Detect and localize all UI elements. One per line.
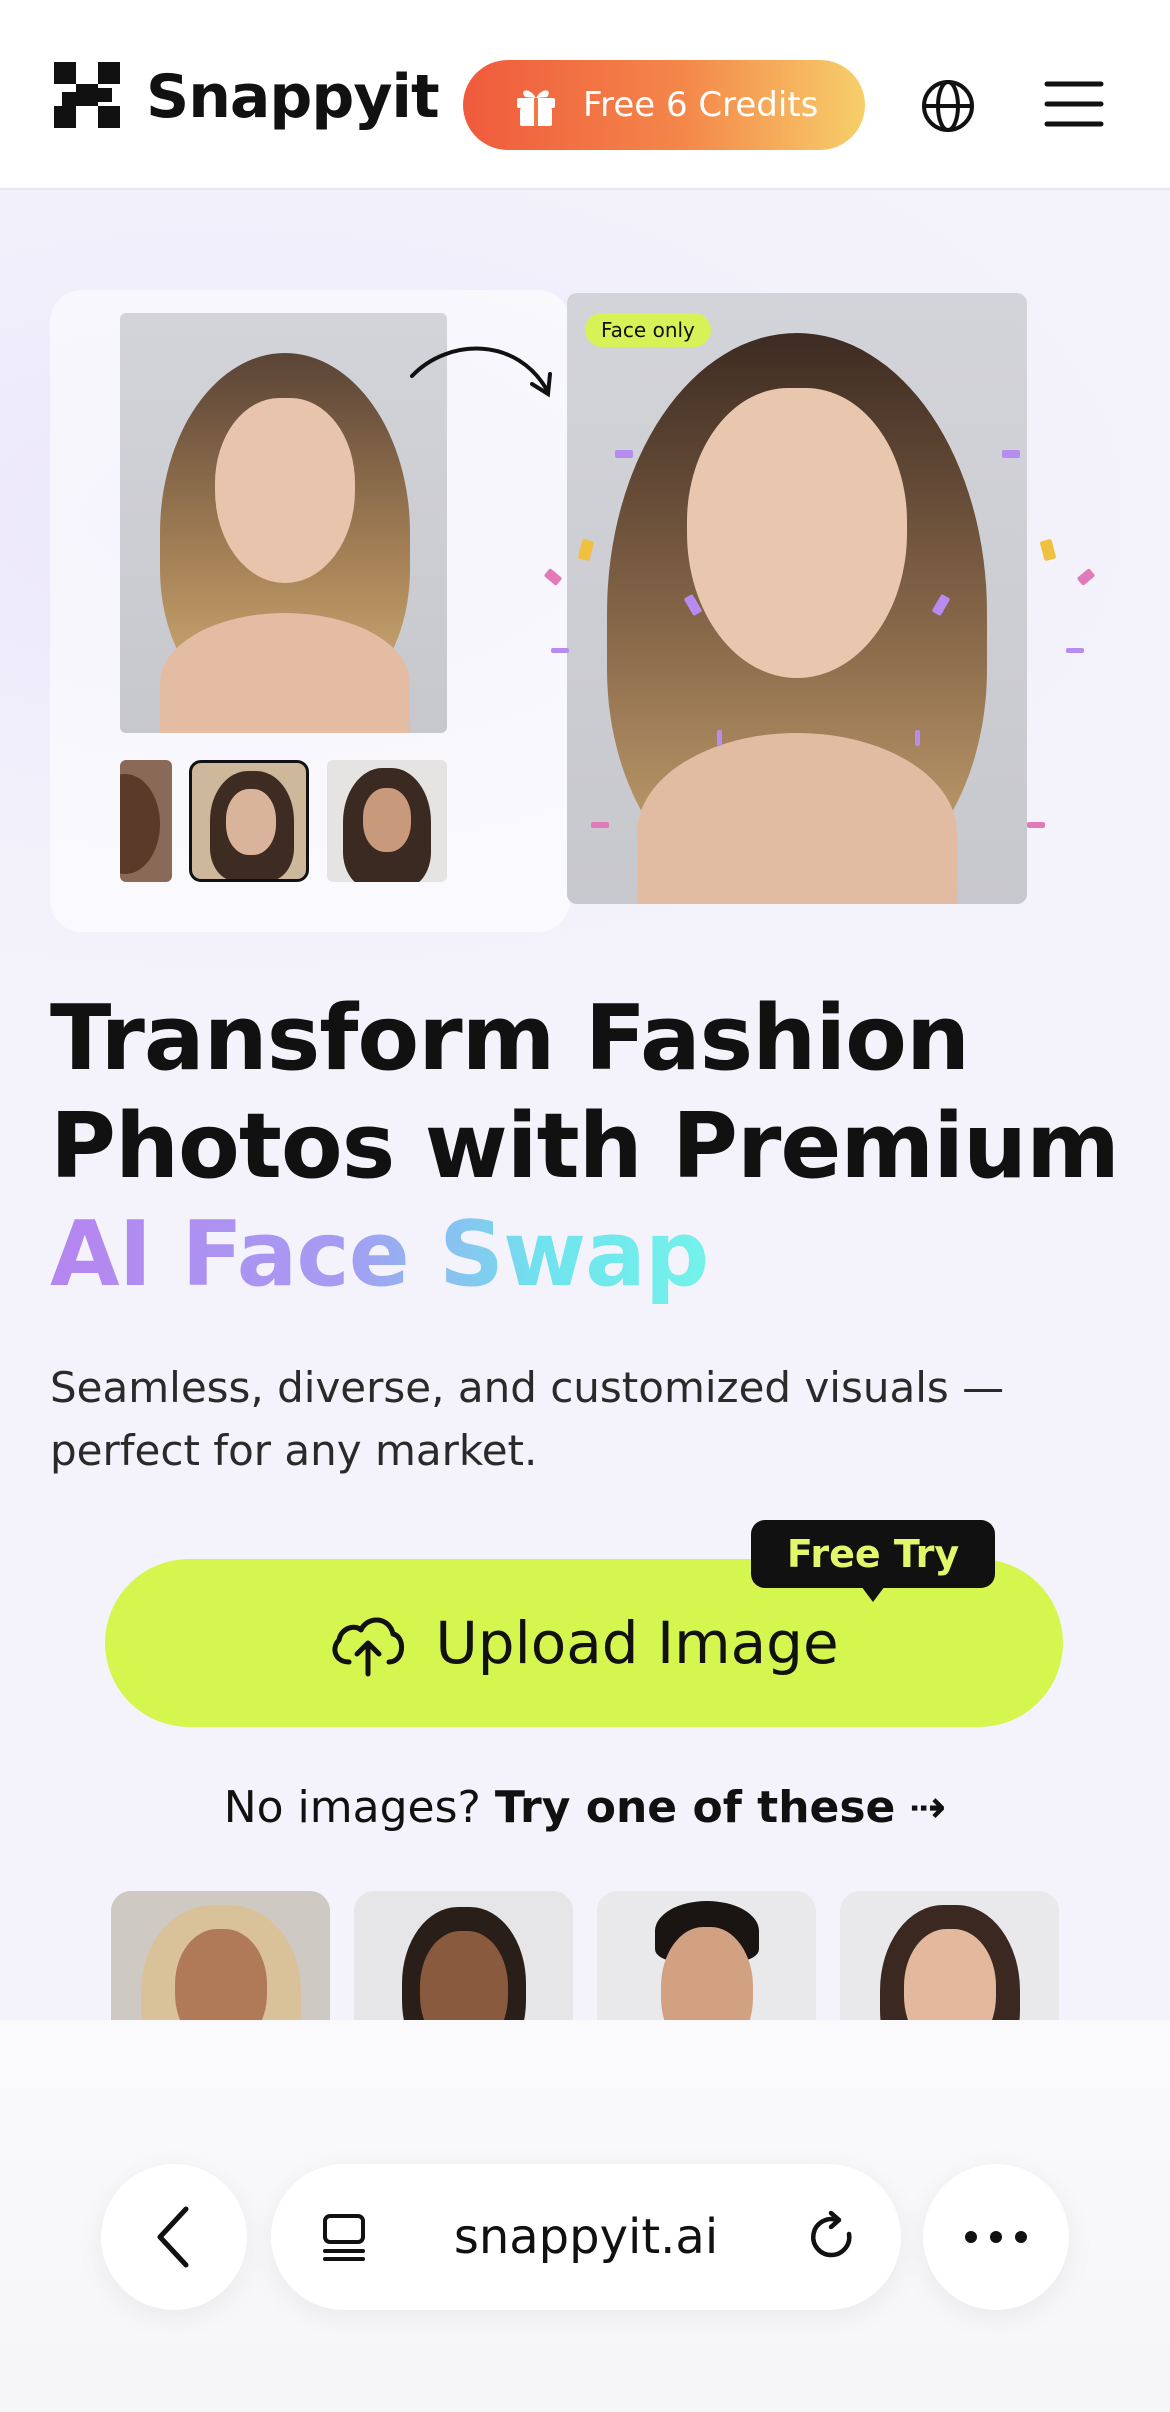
confetti (1027, 822, 1045, 828)
sample-prompt-bold[interactable]: Try one of these (495, 1782, 896, 1833)
confetti (717, 730, 722, 746)
more-icon (965, 2231, 1027, 2243)
confetti (551, 648, 569, 653)
sample-prompt-text: No images? (223, 1782, 481, 1833)
back-button[interactable] (101, 2164, 247, 2310)
headline-line-2: Photos with Premium (50, 1094, 1120, 1199)
face-only-badge: Face only (585, 313, 711, 347)
reload-icon[interactable] (807, 2210, 859, 2264)
confetti (615, 450, 633, 458)
back-icon (157, 2206, 189, 2268)
face-thumbnail[interactable] (120, 760, 172, 882)
confetti (1002, 450, 1020, 458)
sample-prompt: No images? Try one of these ⇢ (0, 1782, 1170, 1833)
address-bar[interactable]: snappyit.ai (271, 2164, 901, 2310)
logo-icon (54, 62, 124, 132)
sample-image-3[interactable] (597, 1891, 816, 2021)
free-credits-button[interactable]: Free 6 Credits (463, 60, 865, 150)
top-header: Snappyit Free 6 Credits (0, 0, 1170, 190)
free-try-tag: Free Try (751, 1520, 995, 1602)
hero-headline: Transform Fashion Photos with Premium AI… (50, 985, 1130, 1309)
confetti (591, 822, 609, 828)
brand-logo[interactable]: Snappyit (54, 62, 440, 132)
headline-accent: AI Face Swap (50, 1202, 709, 1307)
confetti (1066, 648, 1084, 653)
result-photo (567, 293, 1027, 904)
hero-subtext: Seamless, diverse, and customized visual… (50, 1363, 1005, 1475)
source-photo (120, 313, 447, 733)
menu-icon[interactable] (1044, 78, 1104, 130)
swap-arrow-icon (410, 346, 552, 398)
upload-label: Upload Image (435, 1609, 839, 1677)
more-button[interactable] (923, 2164, 1069, 2310)
headline-line-1: Transform Fashion (50, 986, 970, 1091)
arrow-right-icon: ⇢ (909, 1782, 947, 1833)
face-thumbnail-selected[interactable] (189, 760, 309, 882)
credits-label: Free 6 Credits (583, 85, 819, 125)
sample-image-1[interactable] (111, 1891, 330, 2021)
sample-images (0, 1891, 1170, 2021)
sample-image-2[interactable] (354, 1891, 573, 2021)
globe-icon[interactable] (920, 78, 976, 134)
gift-icon (517, 90, 555, 126)
cloud-upload-icon (332, 1617, 405, 1677)
brand-name: Snappyit (146, 62, 440, 132)
confetti (915, 730, 920, 746)
sample-image-4[interactable] (840, 1891, 1059, 2021)
face-thumbnail[interactable] (327, 760, 447, 882)
